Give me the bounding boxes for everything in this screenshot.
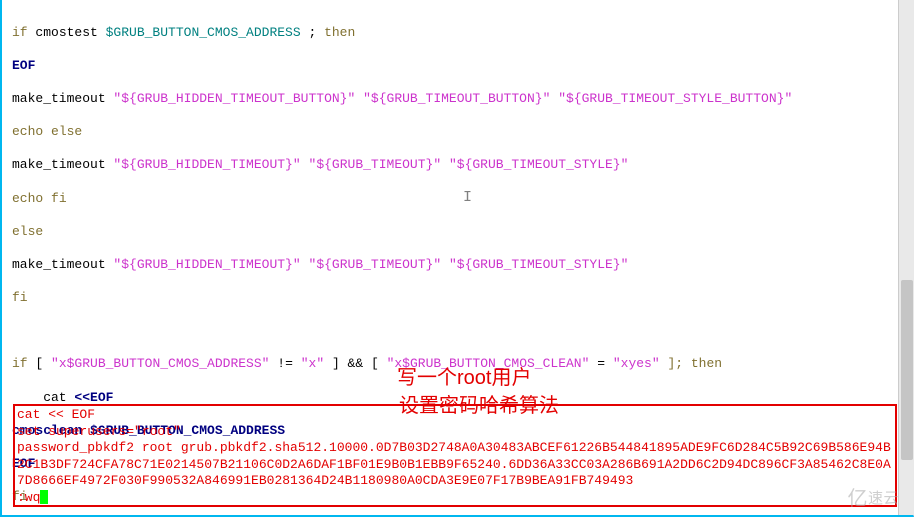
heredoc-eof: EOF [12, 58, 35, 73]
annotation-root-user: 写一个root用户 [397, 370, 531, 387]
cat-eof-line: cat << EOF [17, 407, 893, 424]
password-config-block: cat << EOF set superusers="root" passwor… [13, 404, 897, 507]
password-pbkdf2-line: password_pbkdf2 root grub.pbkdf2.sha512.… [17, 440, 893, 490]
terminal-editor-window: if cmostest $GRUB_BUTTON_CMOS_ADDRESS ; … [0, 0, 923, 518]
watermark-logo: 亿速云 [847, 491, 899, 508]
wq-command-line: :wq [17, 490, 893, 507]
superusers-line: set superusers="root" [17, 424, 893, 441]
scrollbar-thumb[interactable] [901, 280, 913, 460]
text-cursor-ibeam: I [463, 189, 471, 207]
cursor-block [40, 490, 48, 504]
keyword-if: if [12, 25, 28, 40]
vertical-scrollbar[interactable] [898, 0, 914, 515]
